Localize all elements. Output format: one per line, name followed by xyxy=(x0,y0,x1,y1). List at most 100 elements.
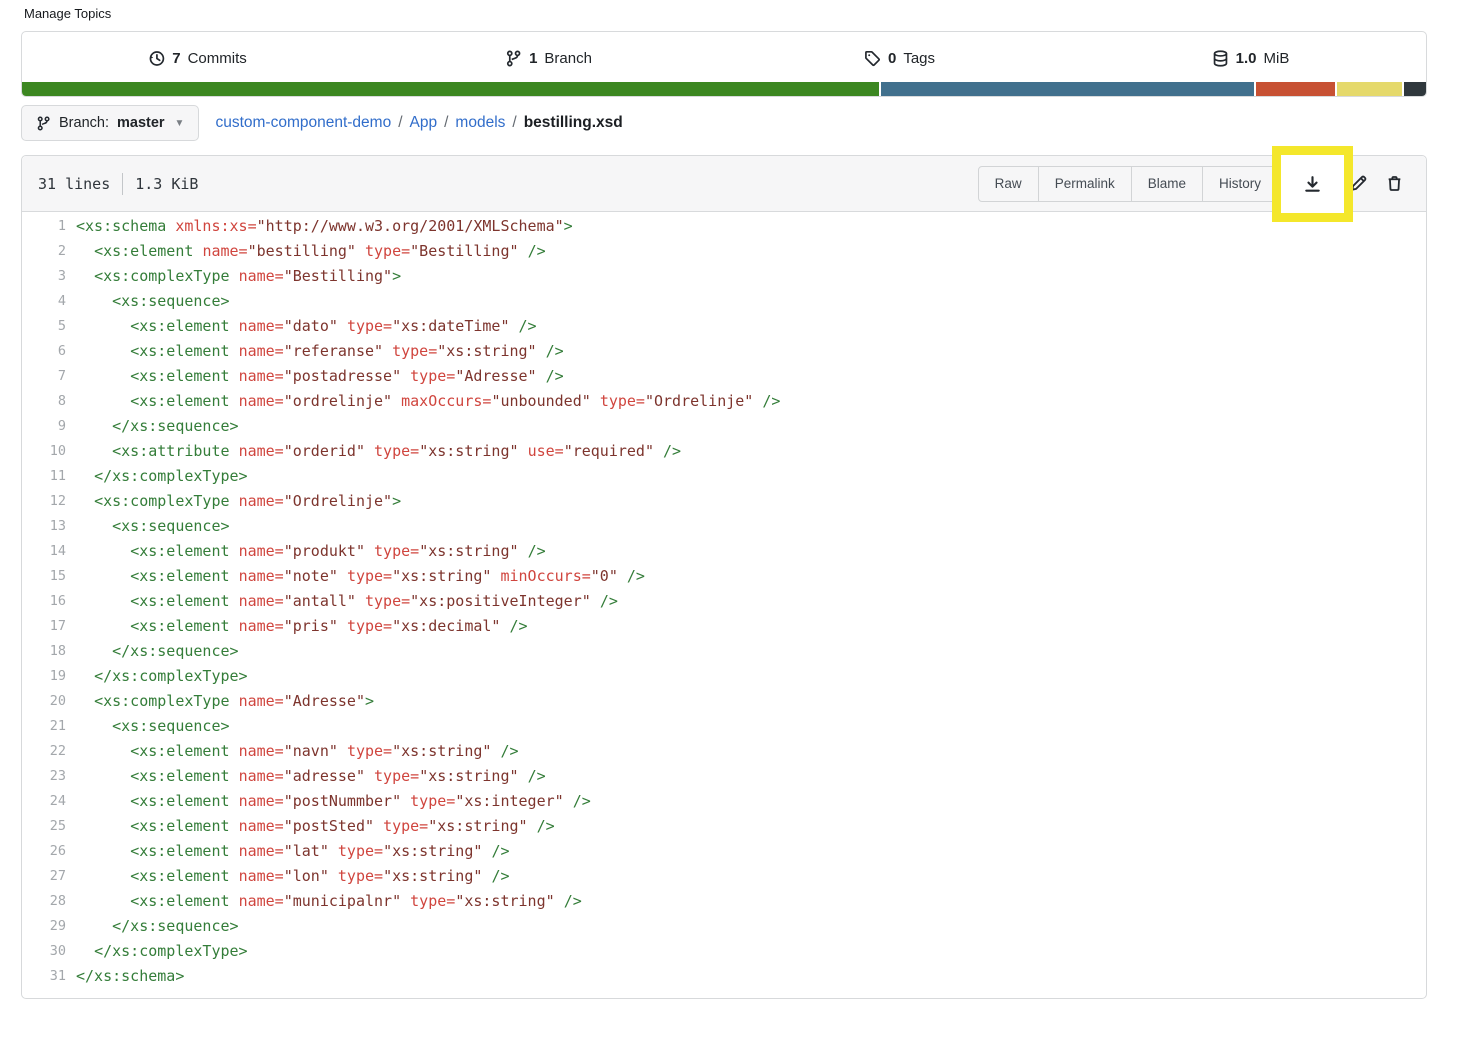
line-number[interactable]: 13 xyxy=(22,514,66,539)
breadcrumb: custom-component-demo / App / models / b… xyxy=(215,114,622,132)
code-line-content: </xs:complexType> xyxy=(66,939,248,964)
database-icon xyxy=(1212,50,1229,67)
code-line-content: <xs:element name="postadresse" type="Adr… xyxy=(66,364,564,389)
line-number[interactable]: 8 xyxy=(22,389,66,414)
breadcrumb-repo-link[interactable]: custom-component-demo xyxy=(215,114,391,132)
file-actions: Raw Permalink Blame History xyxy=(978,166,1410,202)
delete-button[interactable] xyxy=(1378,166,1410,202)
code-line: 11 </xs:complexType> xyxy=(22,464,1426,489)
stat-value: 1 xyxy=(529,50,537,67)
line-number[interactable]: 2 xyxy=(22,239,66,264)
code-line-content: <xs:element name="ordrelinje" maxOccurs=… xyxy=(66,389,780,414)
line-number[interactable]: 17 xyxy=(22,614,66,639)
line-number[interactable]: 19 xyxy=(22,664,66,689)
line-number[interactable]: 30 xyxy=(22,939,66,964)
line-number[interactable]: 6 xyxy=(22,339,66,364)
history-button[interactable]: History xyxy=(1202,166,1278,202)
code-line-content: <xs:sequence> xyxy=(66,514,230,539)
code-line-content: <xs:element name="bestilling" type="Best… xyxy=(66,239,546,264)
download-button[interactable] xyxy=(1281,155,1344,213)
code-line: 13 <xs:sequence> xyxy=(22,514,1426,539)
code-line: 8 <xs:element name="ordrelinje" maxOccur… xyxy=(22,389,1426,414)
edit-button[interactable] xyxy=(1342,166,1374,202)
language-bar-segment[interactable] xyxy=(1404,82,1426,96)
file-info: 31 lines 1.3 KiB xyxy=(38,173,198,195)
repo-stats-row: 7 Commits 1 Branch 0 Tags xyxy=(22,32,1426,84)
tag-icon xyxy=(864,50,881,67)
line-number[interactable]: 31 xyxy=(22,964,66,989)
stat-size[interactable]: 1.0 MiB xyxy=(1075,50,1426,67)
line-number[interactable]: 11 xyxy=(22,464,66,489)
code-line: 3 <xs:complexType name="Bestilling"> xyxy=(22,264,1426,289)
line-number[interactable]: 16 xyxy=(22,589,66,614)
line-number[interactable]: 15 xyxy=(22,564,66,589)
code-line-content: <xs:element name="postNummber" type="xs:… xyxy=(66,789,591,814)
trash-icon xyxy=(1386,175,1403,192)
line-number[interactable]: 4 xyxy=(22,289,66,314)
branch-row: Branch: master ▼ custom-component-demo /… xyxy=(21,105,1427,141)
language-bar-segment[interactable] xyxy=(881,82,1254,96)
language-bar[interactable] xyxy=(22,82,1426,96)
file-header: 31 lines 1.3 KiB Raw Permalink Blame His… xyxy=(22,156,1426,212)
manage-topics-link[interactable]: Manage Topics xyxy=(24,6,111,21)
stat-label: Commits xyxy=(188,50,247,67)
language-bar-segment[interactable] xyxy=(1337,82,1401,96)
code-line: 14 <xs:element name="produkt" type="xs:s… xyxy=(22,539,1426,564)
stat-label: Tags xyxy=(903,50,935,67)
line-number[interactable]: 12 xyxy=(22,489,66,514)
line-number[interactable]: 9 xyxy=(22,414,66,439)
line-number[interactable]: 26 xyxy=(22,839,66,864)
branch-selector[interactable]: Branch: master ▼ xyxy=(21,105,199,141)
stat-tags[interactable]: 0 Tags xyxy=(724,50,1075,67)
code-line-content: <xs:element name="antall" type="xs:posit… xyxy=(66,589,618,614)
line-number[interactable]: 21 xyxy=(22,714,66,739)
line-number[interactable]: 7 xyxy=(22,364,66,389)
history-icon xyxy=(148,50,165,67)
breadcrumb-separator: / xyxy=(398,114,402,132)
language-bar-segment[interactable] xyxy=(22,82,879,96)
line-number[interactable]: 10 xyxy=(22,439,66,464)
line-number[interactable]: 3 xyxy=(22,264,66,289)
line-number[interactable]: 1 xyxy=(22,214,66,239)
line-number[interactable]: 27 xyxy=(22,864,66,889)
raw-button[interactable]: Raw xyxy=(978,166,1039,202)
code-line: 28 <xs:element name="municipalnr" type="… xyxy=(22,889,1426,914)
stat-label: MiB xyxy=(1264,50,1290,67)
code-line-content: </xs:complexType> xyxy=(66,464,248,489)
code-line: 21 <xs:sequence> xyxy=(22,714,1426,739)
branch-icon xyxy=(36,116,51,131)
code-line: 23 <xs:element name="adresse" type="xs:s… xyxy=(22,764,1426,789)
code-line: 12 <xs:complexType name="Ordrelinje"> xyxy=(22,489,1426,514)
code-line: 6 <xs:element name="referanse" type="xs:… xyxy=(22,339,1426,364)
line-number[interactable]: 23 xyxy=(22,764,66,789)
code-line: 19 </xs:complexType> xyxy=(22,664,1426,689)
line-number[interactable]: 18 xyxy=(22,639,66,664)
language-bar-segment[interactable] xyxy=(1256,82,1336,96)
line-number[interactable]: 24 xyxy=(22,789,66,814)
file-lines-count: 31 lines xyxy=(38,175,110,193)
code-line: 24 <xs:element name="postNummber" type="… xyxy=(22,789,1426,814)
stat-branches[interactable]: 1 Branch xyxy=(373,50,724,67)
breadcrumb-dir-link[interactable]: App xyxy=(410,114,438,132)
branch-icon xyxy=(505,50,522,67)
repo-file-page: Manage Topics 7 Commits 1 xyxy=(0,0,1479,1045)
code-line: 29 </xs:sequence> xyxy=(22,914,1426,939)
code-line: 15 <xs:element name="note" type="xs:stri… xyxy=(22,564,1426,589)
code-line: 9 </xs:sequence> xyxy=(22,414,1426,439)
code-line-content: <xs:element name="adresse" type="xs:stri… xyxy=(66,764,546,789)
line-number[interactable]: 20 xyxy=(22,689,66,714)
permalink-button[interactable]: Permalink xyxy=(1038,166,1132,202)
line-number[interactable]: 25 xyxy=(22,814,66,839)
line-number[interactable]: 29 xyxy=(22,914,66,939)
line-number[interactable]: 14 xyxy=(22,539,66,564)
line-number[interactable]: 28 xyxy=(22,889,66,914)
blame-button[interactable]: Blame xyxy=(1131,166,1203,202)
breadcrumb-dir-link[interactable]: models xyxy=(455,114,505,132)
line-number[interactable]: 5 xyxy=(22,314,66,339)
line-number[interactable]: 22 xyxy=(22,739,66,764)
stat-value: 7 xyxy=(172,50,180,67)
stat-commits[interactable]: 7 Commits xyxy=(22,50,373,67)
pencil-icon xyxy=(1350,175,1367,192)
breadcrumb-separator: / xyxy=(512,114,516,132)
code-line: 20 <xs:complexType name="Adresse"> xyxy=(22,689,1426,714)
